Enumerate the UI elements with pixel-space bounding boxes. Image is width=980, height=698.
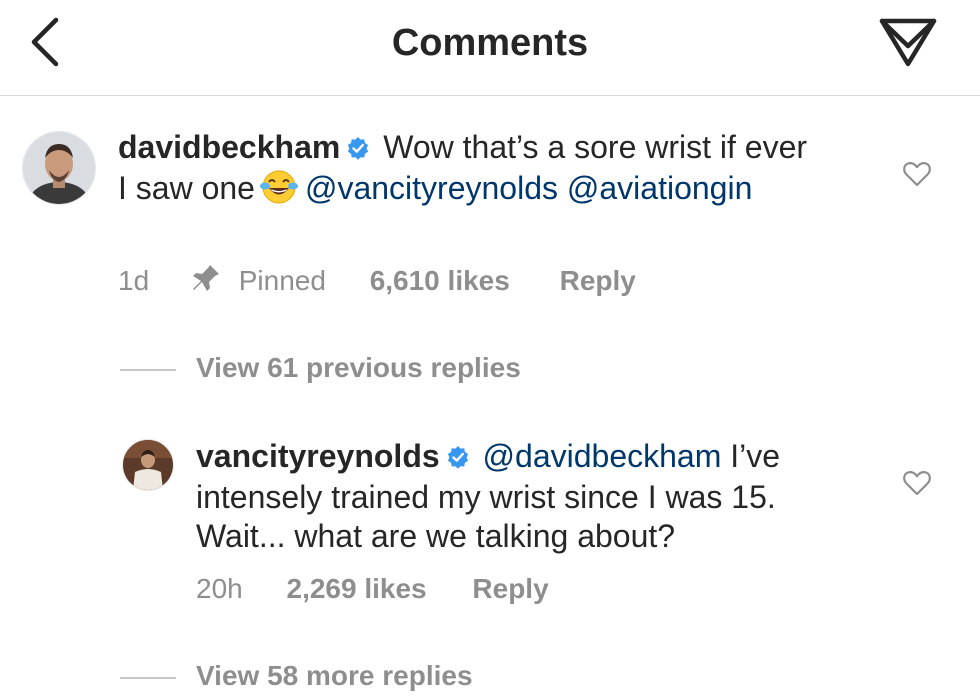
comment-timestamp: 20h (196, 573, 243, 604)
comments-header: Comments (0, 0, 980, 96)
comment-body: vancityreynolds @davidbeckham I’ve inten… (196, 437, 846, 556)
pinned-label: Pinned (238, 265, 326, 296)
replies-toggle-label: View 61 previous replies (196, 352, 521, 383)
view-more-replies-button[interactable]: View 58 more replies (120, 659, 473, 693)
avatar-photo (123, 440, 173, 490)
replies-divider (120, 368, 176, 371)
comment-timestamp: 1d (118, 265, 150, 296)
mention-link[interactable]: @vancityreynolds (305, 170, 558, 206)
comment-meta: 1d Pinned 6,610 likes Reply (118, 263, 636, 301)
comment-body: davidbeckham Wow that’s a sore wrist if … (118, 128, 818, 214)
avatar-davidbeckham[interactable] (22, 131, 96, 205)
comment-meta: 20h 2,269 likes Reply (196, 572, 549, 606)
like-button[interactable] (902, 469, 932, 497)
heart-icon (903, 471, 931, 496)
tears-of-joy-emoji-icon (259, 169, 299, 214)
avatar-photo (23, 132, 95, 204)
paper-plane-icon (879, 18, 937, 67)
verified-badge-icon (346, 130, 370, 169)
pin-icon (191, 263, 221, 301)
likes-count[interactable]: 6,610 likes (370, 264, 510, 298)
likes-count[interactable]: 2,269 likes (287, 572, 427, 606)
share-button[interactable] (878, 17, 938, 69)
reply-button[interactable]: Reply (560, 264, 636, 298)
comment-username[interactable]: vancityreynolds (196, 438, 440, 474)
replies-toggle-label: View 58 more replies (196, 660, 473, 691)
mention-link[interactable]: @aviationgin (567, 170, 752, 206)
view-previous-replies-button[interactable]: View 61 previous replies (120, 351, 521, 385)
mention-link[interactable]: @davidbeckham (483, 438, 722, 474)
comment-username[interactable]: davidbeckham (118, 129, 340, 165)
page-title: Comments (391, 22, 589, 64)
reply-button[interactable]: Reply (472, 572, 548, 606)
verified-badge-icon (446, 439, 470, 478)
like-button[interactable] (902, 160, 932, 188)
avatar-vancityreynolds[interactable] (122, 439, 174, 491)
replies-divider (120, 676, 176, 679)
heart-icon (903, 162, 931, 187)
